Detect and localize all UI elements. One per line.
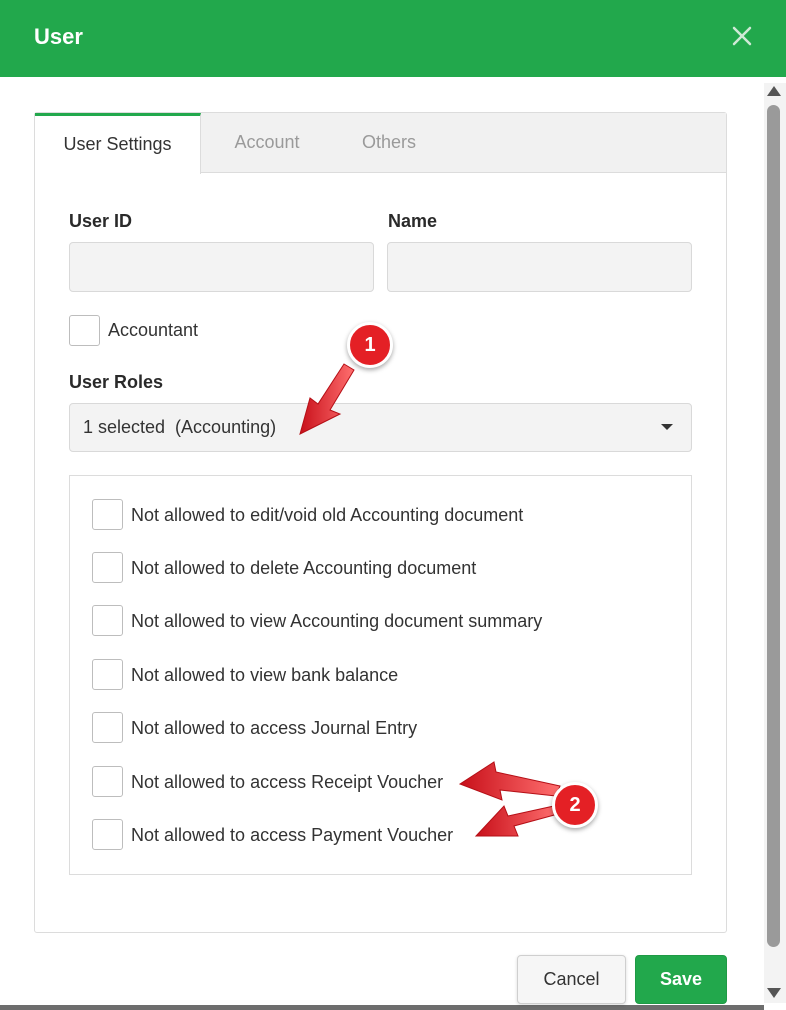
name-label: Name xyxy=(388,211,438,231)
accountant-checkbox[interactable] xyxy=(69,315,100,346)
user-roles-select[interactable]: 1 selected (Accounting) xyxy=(69,403,692,452)
scroll-up-arrow-icon[interactable] xyxy=(766,84,782,98)
window-bottom-edge xyxy=(0,1005,764,1010)
permission-label-delete: Not allowed to delete Accounting documen… xyxy=(131,558,477,578)
scrollbar-thumb[interactable] xyxy=(767,105,780,947)
permission-label-journal-entry: Not allowed to access Journal Entry xyxy=(131,718,418,738)
user-roles-label: User Roles xyxy=(69,372,164,392)
dialog-header: User xyxy=(0,0,786,77)
save-button[interactable]: Save xyxy=(635,955,727,1004)
permission-label-edit-void: Not allowed to edit/void old Accounting … xyxy=(131,505,524,525)
name-field[interactable] xyxy=(387,242,692,292)
scroll-down-arrow-icon[interactable] xyxy=(766,986,782,1000)
cancel-button[interactable]: Cancel xyxy=(517,955,626,1004)
permission-label-payment-voucher: Not allowed to access Payment Voucher xyxy=(131,825,454,845)
permission-checkbox-payment-voucher[interactable] xyxy=(92,819,123,850)
tab-others[interactable]: Others xyxy=(345,113,433,173)
permission-checkbox-summary[interactable] xyxy=(92,605,123,636)
permission-checkbox-bank-balance[interactable] xyxy=(92,659,123,690)
annotation-marker-1: 1 xyxy=(347,322,393,368)
permission-label-receipt-voucher: Not allowed to access Receipt Voucher xyxy=(131,772,444,792)
permission-label-bank-balance: Not allowed to view bank balance xyxy=(131,665,399,685)
accountant-label: Accountant xyxy=(108,320,199,340)
tab-user-settings[interactable]: User Settings xyxy=(35,113,201,174)
caret-down-icon xyxy=(661,424,673,430)
user-id-label: User ID xyxy=(69,211,133,231)
annotation-marker-2: 2 xyxy=(552,782,598,828)
permission-checkbox-journal-entry[interactable] xyxy=(92,712,123,743)
permission-checkbox-delete[interactable] xyxy=(92,552,123,583)
user-id-field[interactable] xyxy=(69,242,374,292)
tab-account[interactable]: Account xyxy=(215,113,319,173)
dialog-title: User xyxy=(34,24,83,49)
close-icon[interactable] xyxy=(726,20,758,52)
permission-checkbox-edit-void[interactable] xyxy=(92,499,123,530)
user-roles-selected-value: 1 selected (Accounting) xyxy=(83,417,277,437)
permission-checkbox-receipt-voucher[interactable] xyxy=(92,766,123,797)
permission-label-summary: Not allowed to view Accounting document … xyxy=(131,611,543,631)
